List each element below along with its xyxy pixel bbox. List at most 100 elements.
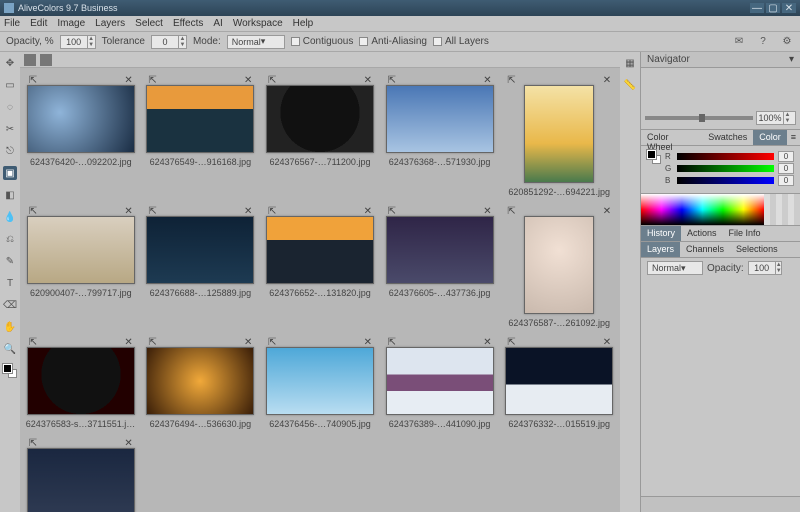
navigator-panel[interactable]: ▲▼	[641, 68, 800, 130]
close-button[interactable]: ✕	[782, 3, 796, 13]
thumbnail-image[interactable]	[27, 85, 135, 153]
thumbnail-card[interactable]: ⇱✕624376549-…916168.jpg	[144, 76, 258, 197]
thumbnail-image[interactable]	[266, 347, 374, 415]
menu-select[interactable]: Select	[135, 18, 163, 29]
tab-color[interactable]: Color	[753, 130, 787, 145]
thumbnail-card[interactable]: ⇱✕624376456-…740905.jpg	[263, 338, 377, 429]
thumbnail-card[interactable]: ⇱✕624376605-…437736.jpg	[383, 207, 497, 328]
thumbnail-image[interactable]	[146, 347, 254, 415]
alllayers-checkbox[interactable]: All Layers	[433, 36, 489, 47]
notification-icon[interactable]: ✉	[732, 35, 746, 49]
mode-select[interactable]: Normal▾	[227, 35, 285, 49]
thumbnail-grid[interactable]: ⇱✕624376420-…092202.jpg⇱✕624376549-…9161…	[20, 68, 620, 512]
grid-icon[interactable]: ▦	[623, 56, 637, 70]
crop-tool[interactable]: ✂	[3, 122, 17, 136]
thumbnail-image[interactable]	[27, 216, 135, 284]
blur-tool[interactable]: 💧	[3, 210, 17, 224]
bucket-tool[interactable]: ▣	[3, 166, 17, 180]
navigator-header[interactable]: Navigator▾	[641, 52, 800, 68]
lasso-tool[interactable]: ◌	[3, 100, 17, 114]
blend-mode-select[interactable]: Normal▾	[647, 261, 703, 275]
thumbnail-image[interactable]	[266, 216, 374, 284]
panel-color-swatch[interactable]	[647, 150, 661, 164]
thumbnail-image[interactable]	[146, 85, 254, 153]
minimize-button[interactable]: —	[750, 3, 764, 13]
thumbnail-card[interactable]: ⇱✕620851292-…694221.jpg	[502, 76, 616, 197]
thumbnail-image[interactable]	[27, 347, 135, 415]
b-slider[interactable]	[677, 177, 774, 184]
thumbnail-card[interactable]: ⇱✕624376583-s…3711551.jpg	[24, 338, 138, 429]
thumbnail-image[interactable]	[386, 85, 494, 153]
opacity-stepper[interactable]: ▲▼	[60, 35, 96, 49]
menu-icon[interactable]: ≡	[787, 130, 800, 145]
thumbnail-image[interactable]	[524, 216, 594, 314]
close-icon[interactable]: ✕	[603, 75, 611, 86]
antialias-checkbox[interactable]: Anti-Aliasing	[359, 36, 427, 47]
zoom-slider[interactable]	[645, 116, 753, 120]
zoom-tool[interactable]: 🔍	[3, 342, 17, 356]
eraser-tool[interactable]: ⌫	[3, 298, 17, 312]
thumbnail-card[interactable]: ⇱✕624376688-…125889.jpg	[144, 207, 258, 328]
home-icon[interactable]	[24, 54, 36, 66]
menu-edit[interactable]: Edit	[30, 18, 47, 29]
gradient-tool[interactable]: ◧	[3, 188, 17, 202]
thumbnail-card[interactable]: ⇱✕620900407-…799717.jpg	[24, 207, 138, 328]
contiguous-checkbox[interactable]: Contiguous	[291, 36, 354, 47]
menu-workspace[interactable]: Workspace	[233, 18, 283, 29]
menu-effects[interactable]: Effects	[173, 18, 203, 29]
tab-history[interactable]: History	[641, 226, 681, 241]
thumbnail-image[interactable]	[386, 347, 494, 415]
tolerance-stepper[interactable]: ▲▼	[151, 35, 187, 49]
folder-icon[interactable]	[40, 54, 52, 66]
pin-icon[interactable]: ⇱	[507, 75, 515, 86]
thumbnail-card[interactable]: ⇱✕624376567-…711200.jpg	[263, 76, 377, 197]
thumbnail-image[interactable]	[505, 347, 613, 415]
b-value[interactable]: 0	[778, 175, 794, 186]
thumbnail-card[interactable]: ⇱✕624376389-…441090.jpg	[383, 338, 497, 429]
thumbnail-card[interactable]: ⇱✕	[24, 439, 138, 512]
thumbnail-card[interactable]: ⇱✕624376494-…536630.jpg	[144, 338, 258, 429]
menu-file[interactable]: File	[4, 18, 20, 29]
thumbnail-image[interactable]	[266, 85, 374, 153]
eyedropper-tool[interactable]: ⎋	[3, 144, 17, 158]
clone-tool[interactable]: ⎌	[3, 232, 17, 246]
layer-opacity-stepper[interactable]: ▲▼	[748, 261, 782, 275]
thumbnail-card[interactable]: ⇱✕624376420-…092202.jpg	[24, 76, 138, 197]
hand-tool[interactable]: ✋	[3, 320, 17, 334]
r-slider[interactable]	[677, 153, 774, 160]
select-rect-tool[interactable]: ▭	[3, 78, 17, 92]
close-icon[interactable]: ✕	[603, 206, 611, 217]
thumbnail-image[interactable]	[27, 448, 135, 512]
thumbnail-image[interactable]	[524, 85, 594, 183]
thumbnail-image[interactable]	[146, 216, 254, 284]
move-tool[interactable]: ✥	[3, 56, 17, 70]
thumbnail-card[interactable]: ⇱✕624376652-…131820.jpg	[263, 207, 377, 328]
text-tool[interactable]: T	[3, 276, 17, 290]
thumbnail-card[interactable]: ⇱✕624376332-…015519.jpg	[502, 338, 616, 429]
thumbnail-card[interactable]: ⇱✕624376368-…571930.jpg	[383, 76, 497, 197]
gear-icon[interactable]: ⚙	[780, 35, 794, 49]
menu-image[interactable]: Image	[57, 18, 85, 29]
thumbnail-card[interactable]: ⇱✕624376587-…261092.jpg	[502, 207, 616, 328]
maximize-button[interactable]: ▢	[766, 3, 780, 13]
color-swatch[interactable]	[3, 364, 17, 378]
menu-help[interactable]: Help	[293, 18, 314, 29]
pin-icon[interactable]: ⇱	[507, 206, 515, 217]
zoom-stepper[interactable]: ▲▼	[756, 111, 796, 125]
brush-tool[interactable]: ✎	[3, 254, 17, 268]
g-value[interactable]: 0	[778, 163, 794, 174]
tab-colorwheel[interactable]: Color Wheel	[641, 130, 702, 145]
tab-actions[interactable]: Actions	[681, 226, 723, 241]
tab-swatches[interactable]: Swatches	[702, 130, 753, 145]
tab-layers[interactable]: Layers	[641, 242, 680, 257]
tab-channels[interactable]: Channels	[680, 242, 730, 257]
tab-selections[interactable]: Selections	[730, 242, 784, 257]
help-icon[interactable]: ?	[756, 35, 770, 49]
color-picker[interactable]	[641, 194, 800, 226]
g-slider[interactable]	[677, 165, 774, 172]
swatch-grid[interactable]	[764, 194, 800, 225]
thumbnail-image[interactable]	[386, 216, 494, 284]
ruler-icon[interactable]: 📏	[623, 78, 637, 92]
menu-layers[interactable]: Layers	[95, 18, 125, 29]
tab-fileinfo[interactable]: File Info	[723, 226, 767, 241]
